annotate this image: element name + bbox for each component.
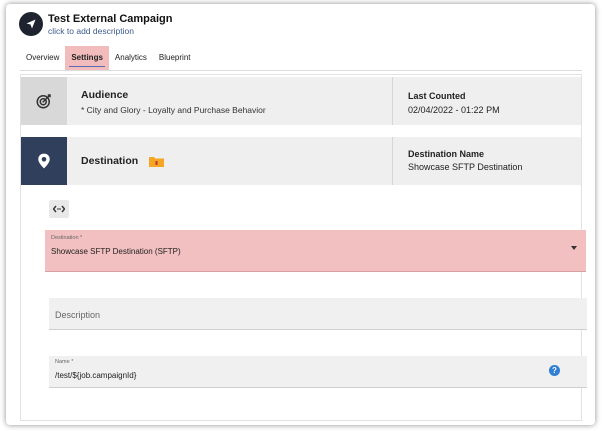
add-description-link[interactable]: click to add description: [48, 26, 134, 36]
destination-name-value: Showcase SFTP Destination: [408, 162, 523, 172]
last-counted-value: 02/04/2022 - 01:22 PM: [408, 105, 500, 115]
tab-settings[interactable]: Settings: [65, 46, 109, 70]
name-input-label: Name *: [55, 359, 74, 365]
tab-bar: Overview Settings Analytics Blueprint: [20, 46, 197, 70]
destination-name-label: Destination Name: [408, 149, 485, 159]
folder-icon[interactable]: [149, 156, 164, 167]
campaign-header: Test External Campaign click to add desc…: [6, 4, 595, 44]
paper-plane-icon: [26, 19, 36, 29]
settings-panel: Audience * City and Glory - Loyalty and …: [20, 74, 587, 421]
code-toggle-button[interactable]: [49, 200, 69, 218]
name-input[interactable]: Name * /test/${job.campaignId} ?: [49, 356, 587, 388]
name-input-value: /test/${job.campaignId}: [55, 371, 137, 380]
campaign-window: Test External Campaign click to add desc…: [6, 4, 595, 425]
destination-select-value: Showcase SFTP Destination (SFTP): [51, 247, 181, 256]
campaign-avatar: [19, 12, 43, 36]
audience-card[interactable]: Audience * City and Glory - Loyalty and …: [21, 77, 581, 125]
location-pin-icon: [38, 153, 50, 169]
description-input[interactable]: Description: [49, 298, 587, 330]
destination-select[interactable]: Destination * Showcase SFTP Destination …: [45, 230, 586, 272]
audience-icon-box: [21, 77, 67, 125]
destination-icon-box: [21, 137, 67, 185]
destination-select-label: Destination *: [51, 235, 83, 241]
card-divider: [392, 77, 393, 125]
destination-card[interactable]: Destination Destination Name Showcase SF…: [21, 137, 581, 185]
help-icon[interactable]: ?: [549, 365, 560, 376]
description-placeholder: Description: [55, 310, 101, 320]
tab-divider: [20, 70, 582, 71]
destination-title: Destination: [81, 155, 139, 167]
audience-subtitle: * City and Glory - Loyalty and Purchase …: [81, 105, 266, 115]
tab-blueprint[interactable]: Blueprint: [153, 46, 197, 70]
dropdown-caret-icon[interactable]: [571, 246, 577, 250]
code-arrows-icon: [53, 205, 65, 213]
target-icon: [36, 94, 51, 109]
tab-overview[interactable]: Overview: [20, 46, 65, 70]
tab-analytics[interactable]: Analytics: [109, 46, 153, 70]
card-divider: [392, 137, 393, 185]
audience-title: Audience: [81, 89, 129, 101]
last-counted-label: Last Counted: [408, 91, 466, 101]
campaign-title: Test External Campaign: [48, 13, 173, 25]
